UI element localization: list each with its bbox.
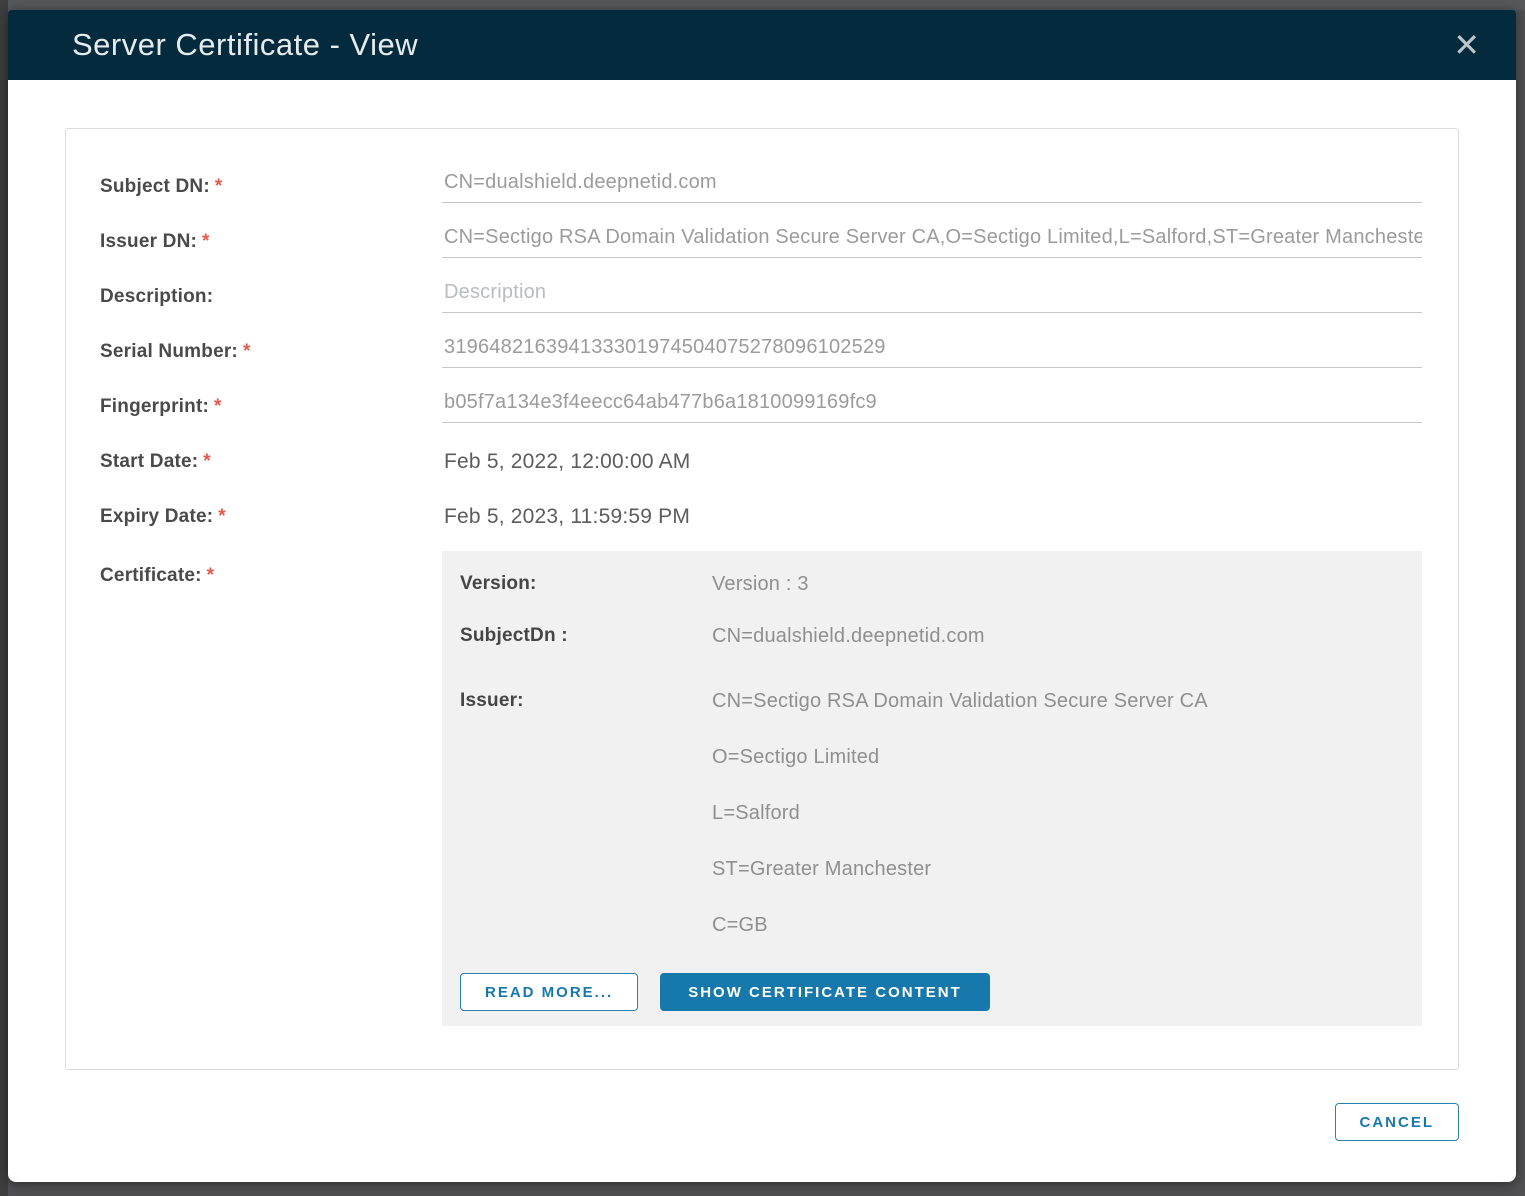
expiry-date-label-text: Expiry Date: bbox=[100, 506, 213, 527]
dialog-footer: CANCEL bbox=[8, 1070, 1516, 1141]
field-row-description: Description: bbox=[66, 269, 1458, 324]
page-backdrop-left bbox=[0, 0, 8, 1196]
required-asterisk: * bbox=[202, 231, 210, 252]
fingerprint-input[interactable] bbox=[442, 391, 1422, 423]
fingerprint-label-text: Fingerprint: bbox=[100, 396, 209, 417]
cert-issuer-cn: CN=Sectigo RSA Domain Validation Secure … bbox=[712, 690, 1208, 713]
cert-issuer-o: O=Sectigo Limited bbox=[712, 746, 1208, 769]
required-asterisk: * bbox=[214, 396, 222, 417]
cert-issuer-l: L=Salford bbox=[712, 802, 1208, 825]
cert-version-value: Version : 3 bbox=[712, 573, 809, 596]
required-asterisk: * bbox=[218, 506, 226, 527]
server-certificate-view-dialog: Server Certificate - View ✕ Subject DN:*… bbox=[8, 10, 1516, 1182]
start-date-label-text: Start Date: bbox=[100, 451, 198, 472]
cert-version-label: Version: bbox=[460, 573, 712, 595]
cert-subjectdn-value: CN=dualshield.deepnetid.com bbox=[712, 625, 985, 648]
cert-issuer-values: CN=Sectigo RSA Domain Validation Secure … bbox=[712, 690, 1208, 937]
cert-issuer-row: Issuer: CN=Sectigo RSA Domain Validation… bbox=[460, 690, 1402, 937]
dialog-title: Server Certificate - View bbox=[72, 27, 418, 63]
serial-number-label: Serial Number:* bbox=[100, 341, 442, 363]
subject-dn-input[interactable] bbox=[442, 171, 1422, 203]
subject-dn-label: Subject DN:* bbox=[100, 176, 442, 198]
field-row-expiry-date: Expiry Date:* Feb 5, 2023, 11:59:59 PM bbox=[66, 489, 1458, 544]
required-asterisk: * bbox=[215, 176, 223, 197]
show-certificate-content-button[interactable]: SHOW CERTIFICATE CONTENT bbox=[660, 973, 990, 1011]
issuer-dn-label: Issuer DN:* bbox=[100, 231, 442, 253]
cert-subjectdn-row: SubjectDn : CN=dualshield.deepnetid.com bbox=[460, 625, 1402, 648]
start-date-label: Start Date:* bbox=[100, 451, 442, 473]
read-more-button[interactable]: READ MORE... bbox=[460, 973, 638, 1011]
cert-issuer-label: Issuer: bbox=[460, 690, 712, 712]
fingerprint-label: Fingerprint:* bbox=[100, 396, 442, 418]
issuer-dn-input[interactable] bbox=[442, 226, 1422, 258]
field-row-subject-dn: Subject DN:* bbox=[66, 159, 1458, 214]
serial-number-input[interactable] bbox=[442, 336, 1422, 368]
certificate-label: Certificate:* bbox=[100, 551, 442, 587]
serial-number-label-text: Serial Number: bbox=[100, 341, 238, 362]
issuer-dn-label-text: Issuer DN: bbox=[100, 231, 197, 252]
page-backdrop bbox=[0, 0, 1525, 10]
description-label: Description: bbox=[100, 286, 442, 308]
cert-issuer-c: C=GB bbox=[712, 914, 1208, 937]
start-date-value: Feb 5, 2022, 12:00:00 AM bbox=[442, 450, 1422, 474]
description-label-text: Description: bbox=[100, 286, 213, 307]
certificate-form-card: Subject DN:* Issuer DN:* Description: Se… bbox=[65, 128, 1459, 1070]
required-asterisk: * bbox=[207, 565, 215, 586]
required-asterisk: * bbox=[243, 341, 251, 362]
expiry-date-value: Feb 5, 2023, 11:59:59 PM bbox=[442, 505, 1422, 529]
field-row-serial-number: Serial Number:* bbox=[66, 324, 1458, 379]
field-row-fingerprint: Fingerprint:* bbox=[66, 379, 1458, 434]
field-row-start-date: Start Date:* Feb 5, 2022, 12:00:00 AM bbox=[66, 434, 1458, 489]
dialog-header: Server Certificate - View ✕ bbox=[8, 10, 1516, 80]
cancel-button[interactable]: CANCEL bbox=[1335, 1103, 1460, 1141]
cert-version-row: Version: Version : 3 bbox=[460, 573, 1402, 596]
certificate-details-panel: Version: Version : 3 SubjectDn : CN=dual… bbox=[442, 551, 1422, 1026]
required-asterisk: * bbox=[203, 451, 211, 472]
field-row-issuer-dn: Issuer DN:* bbox=[66, 214, 1458, 269]
cert-issuer-st: ST=Greater Manchester bbox=[712, 858, 1208, 881]
expiry-date-label: Expiry Date:* bbox=[100, 506, 442, 528]
subject-dn-label-text: Subject DN: bbox=[100, 176, 210, 197]
certificate-label-text: Certificate: bbox=[100, 565, 202, 586]
cert-buttons-row: READ MORE... SHOW CERTIFICATE CONTENT bbox=[460, 973, 1402, 1011]
close-icon[interactable]: ✕ bbox=[1443, 25, 1490, 65]
field-row-certificate: Certificate:* Version: Version : 3 Subje… bbox=[66, 551, 1458, 1026]
cert-subjectdn-label: SubjectDn : bbox=[460, 625, 712, 647]
description-input[interactable] bbox=[442, 281, 1422, 313]
